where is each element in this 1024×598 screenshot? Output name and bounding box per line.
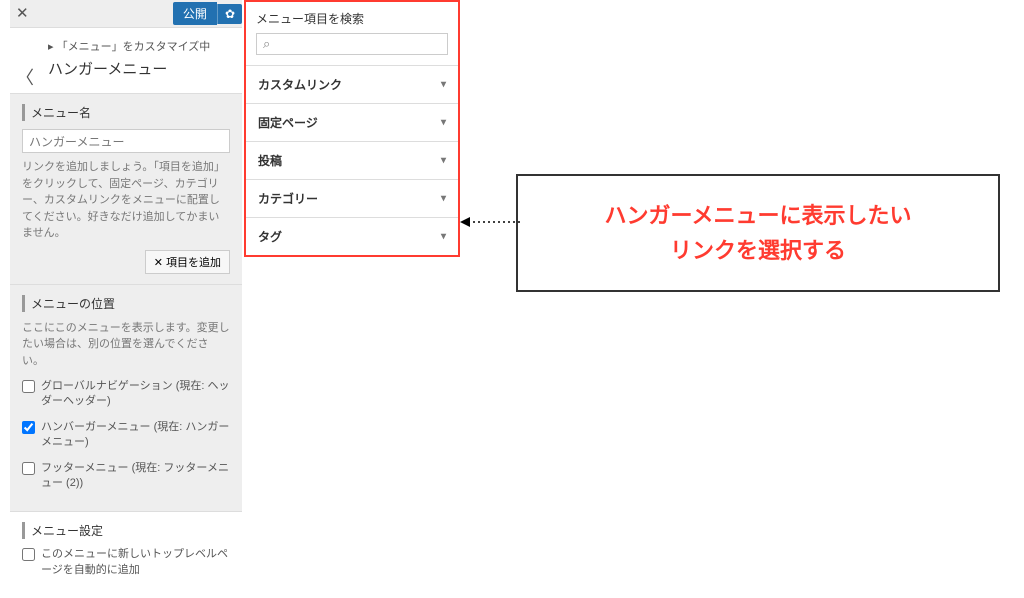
customizer-sidebar: ✕ 公開 ✿ 〈 ▸ 「メニュー」をカスタマイズ中 ハンガーメニュー メニュー名… bbox=[10, 0, 242, 512]
chevron-down-icon: ▾ bbox=[441, 155, 446, 166]
location-option-label: ハンバーガーメニュー (現在: ハンガーメニュー) bbox=[41, 420, 230, 451]
accordion-item-posts[interactable]: 投稿 ▾ bbox=[246, 142, 458, 180]
menu-name-help: リンクを追加しましょう。「項目を追加」をクリックして、固定ページ、カテゴリー、カ… bbox=[22, 159, 230, 242]
menu-settings-label: メニュー設定 bbox=[22, 522, 230, 539]
callout-line1: ハンガーメニューに表示したい bbox=[536, 198, 980, 233]
accordion-item-label: 固定ページ bbox=[258, 114, 318, 131]
accordion-item-label: カテゴリー bbox=[258, 190, 318, 207]
menu-location-label: メニューの位置 bbox=[22, 295, 230, 312]
page-title: ハンガーメニュー bbox=[48, 58, 230, 79]
topbar: ✕ 公開 ✿ bbox=[10, 0, 242, 28]
accordion-item-custom-links[interactable]: カスタムリンク ▾ bbox=[246, 66, 458, 104]
menu-settings-section: メニュー設定 このメニューに新しいトップレベルページを自動的に追加 bbox=[10, 512, 242, 598]
callout-line2: リンクを選択する bbox=[536, 233, 980, 268]
location-option-label: グローバルナビゲーション (現在: ヘッダーヘッダー) bbox=[41, 379, 230, 410]
search-input[interactable] bbox=[274, 37, 441, 51]
search-area: メニュー項目を検索 ⌕ bbox=[246, 2, 458, 66]
close-icon[interactable]: ✕ bbox=[16, 4, 29, 22]
menu-name-section: メニュー名 リンクを追加しましょう。「項目を追加」をクリックして、固定ページ、カ… bbox=[10, 94, 242, 285]
accordion-item-label: 投稿 bbox=[258, 152, 282, 169]
accordion-item-tags[interactable]: タグ ▾ bbox=[246, 218, 458, 255]
menu-name-input[interactable] bbox=[22, 129, 230, 153]
available-menu-items-panel: メニュー項目を検索 ⌕ カスタムリンク ▾ 固定ページ ▾ 投稿 ▾ カテゴリー… bbox=[244, 0, 460, 257]
location-checkbox[interactable] bbox=[22, 421, 35, 434]
accordion-item-categories[interactable]: カテゴリー ▾ bbox=[246, 180, 458, 218]
auto-add-label: このメニューに新しいトップレベルページを自動的に追加 bbox=[41, 547, 230, 578]
publish-button[interactable]: 公開 bbox=[173, 2, 217, 25]
gear-icon[interactable]: ✿ bbox=[217, 4, 242, 24]
search-icon: ⌕ bbox=[263, 36, 270, 52]
menu-location-section: メニューの位置 ここにこのメニューを表示します。変更したい場合は、別の位置を選ん… bbox=[10, 285, 242, 513]
search-input-wrap[interactable]: ⌕ bbox=[256, 33, 448, 55]
annotation-callout: ハンガーメニューに表示したい リンクを選択する bbox=[516, 174, 1000, 292]
location-option-hamburger[interactable]: ハンバーガーメニュー (現在: ハンガーメニュー) bbox=[22, 420, 230, 451]
panel-header: 〈 ▸ 「メニュー」をカスタマイズ中 ハンガーメニュー bbox=[10, 28, 242, 94]
location-option-footer[interactable]: フッターメニュー (現在: フッターメニュー (2)) bbox=[22, 461, 230, 492]
location-option-global-nav[interactable]: グローバルナビゲーション (現在: ヘッダーヘッダー) bbox=[22, 379, 230, 410]
breadcrumb: ▸ 「メニュー」をカスタマイズ中 bbox=[48, 38, 230, 54]
accordion-item-label: タグ bbox=[258, 228, 282, 245]
chevron-down-icon: ▾ bbox=[441, 117, 446, 128]
chevron-down-icon: ▾ bbox=[441, 231, 446, 242]
menu-name-label: メニュー名 bbox=[22, 104, 230, 121]
accordion-item-pages[interactable]: 固定ページ ▾ bbox=[246, 104, 458, 142]
location-checkbox[interactable] bbox=[22, 380, 35, 393]
chevron-down-icon: ▾ bbox=[441, 79, 446, 90]
add-item-button[interactable]: ✕ 項目を追加 bbox=[145, 250, 230, 274]
location-option-label: フッターメニュー (現在: フッターメニュー (2)) bbox=[41, 461, 230, 492]
auto-add-checkbox[interactable] bbox=[22, 548, 35, 561]
menu-location-help: ここにこのメニューを表示します。変更したい場合は、別の位置を選んでください。 bbox=[22, 320, 230, 370]
search-label: メニュー項目を検索 bbox=[256, 10, 448, 27]
auto-add-option[interactable]: このメニューに新しいトップレベルページを自動的に追加 bbox=[22, 547, 230, 578]
accordion-item-label: カスタムリンク bbox=[258, 76, 342, 93]
location-checkbox[interactable] bbox=[22, 462, 35, 475]
back-chevron-icon[interactable]: 〈 bbox=[16, 64, 34, 90]
chevron-down-icon: ▾ bbox=[441, 193, 446, 204]
